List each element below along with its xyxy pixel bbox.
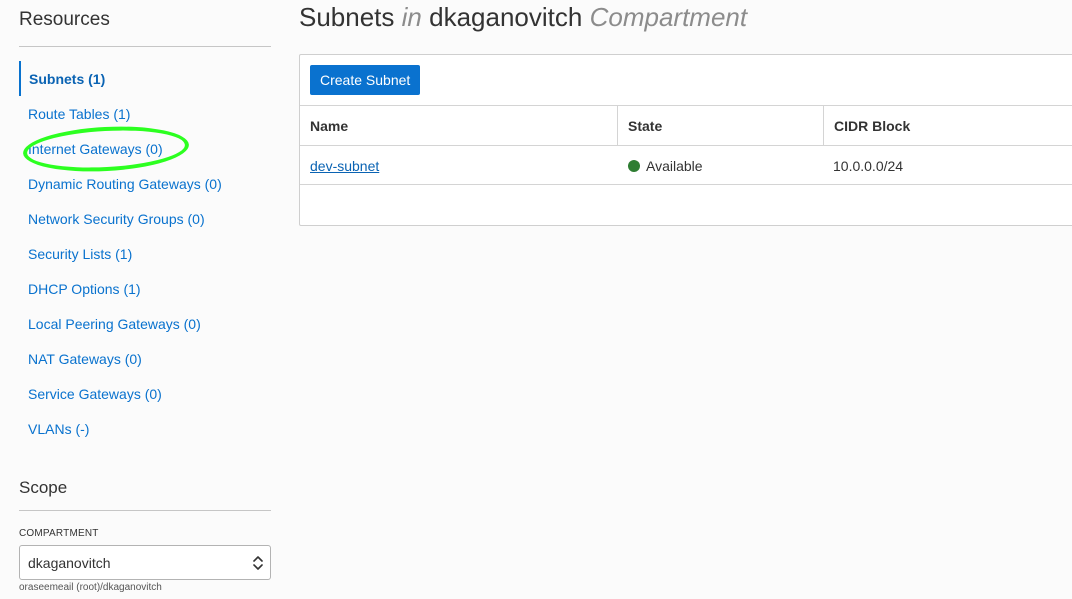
sidebar-item-dynamic-routing-gateways[interactable]: Dynamic Routing Gateways (0) [19,166,271,201]
column-header-state[interactable]: State [617,106,823,145]
page-title: Subnets in dkaganovitch Compartment [299,2,747,33]
subnets-panel: Create Subnet Name State CIDR Block dev-… [299,54,1072,226]
sidebar-item-internet-gateways[interactable]: Internet Gateways (0) [19,131,271,166]
resources-nav: Subnets (1) Route Tables (1) Internet Ga… [19,61,271,446]
sidebar-item-nat-gateways[interactable]: NAT Gateways (0) [19,341,271,376]
compartment-select-value: dkaganovitch [28,554,111,571]
table-header-row: Name State CIDR Block [300,105,1072,145]
compartment-select[interactable]: dkaganovitch [19,545,271,580]
resources-heading: Resources [19,9,110,30]
scope-divider [19,510,271,511]
subnet-name-link[interactable]: dev-subnet [310,158,379,174]
status-dot-icon [628,159,640,172]
sidebar-item-dhcp-options[interactable]: DHCP Options (1) [19,271,271,306]
compartment-label: COMPARTMENT [19,528,99,539]
create-subnet-button[interactable]: Create Subnet [310,65,421,95]
scope-heading: Scope [19,478,68,497]
sidebar-item-subnets[interactable]: Subnets (1) [19,61,271,96]
compartment-path: oraseemeail (root)/dkaganovitch [19,582,162,593]
title-resource: Subnets [299,2,395,32]
sidebar-item-local-peering-gateways[interactable]: Local Peering Gateways (0) [19,306,271,341]
title-suffix: Compartment [589,2,748,32]
subnet-state-cell: Available [618,146,824,185]
sidebar-item-security-lists[interactable]: Security Lists (1) [19,236,271,271]
resources-divider [19,46,271,47]
sidebar: Resources Subnets (1) Route Tables (1) I… [0,0,290,599]
subnet-name-cell: dev-subnet [300,146,617,185]
subnets-table: Name State CIDR Block dev-subnet Availab… [300,105,1072,185]
column-header-cidr-block[interactable]: CIDR Block [823,106,1072,145]
sidebar-item-network-security-groups[interactable]: Network Security Groups (0) [19,201,271,236]
sidebar-item-service-gateways[interactable]: Service Gateways (0) [19,376,271,411]
subnet-state-text: Available [646,157,703,174]
subnet-cidr-cell: 10.0.0.0/24 [833,157,904,174]
title-in: in [401,2,422,32]
sidebar-item-vlans[interactable]: VLANs (-) [19,411,271,446]
column-header-name[interactable]: Name [300,106,617,145]
title-compartment-name: dkaganovitch [429,2,583,32]
chevron-up-down-icon [253,556,263,570]
table-row: dev-subnet Available 10.0.0.0/24 [300,145,1072,185]
sidebar-item-route-tables[interactable]: Route Tables (1) [19,96,271,131]
